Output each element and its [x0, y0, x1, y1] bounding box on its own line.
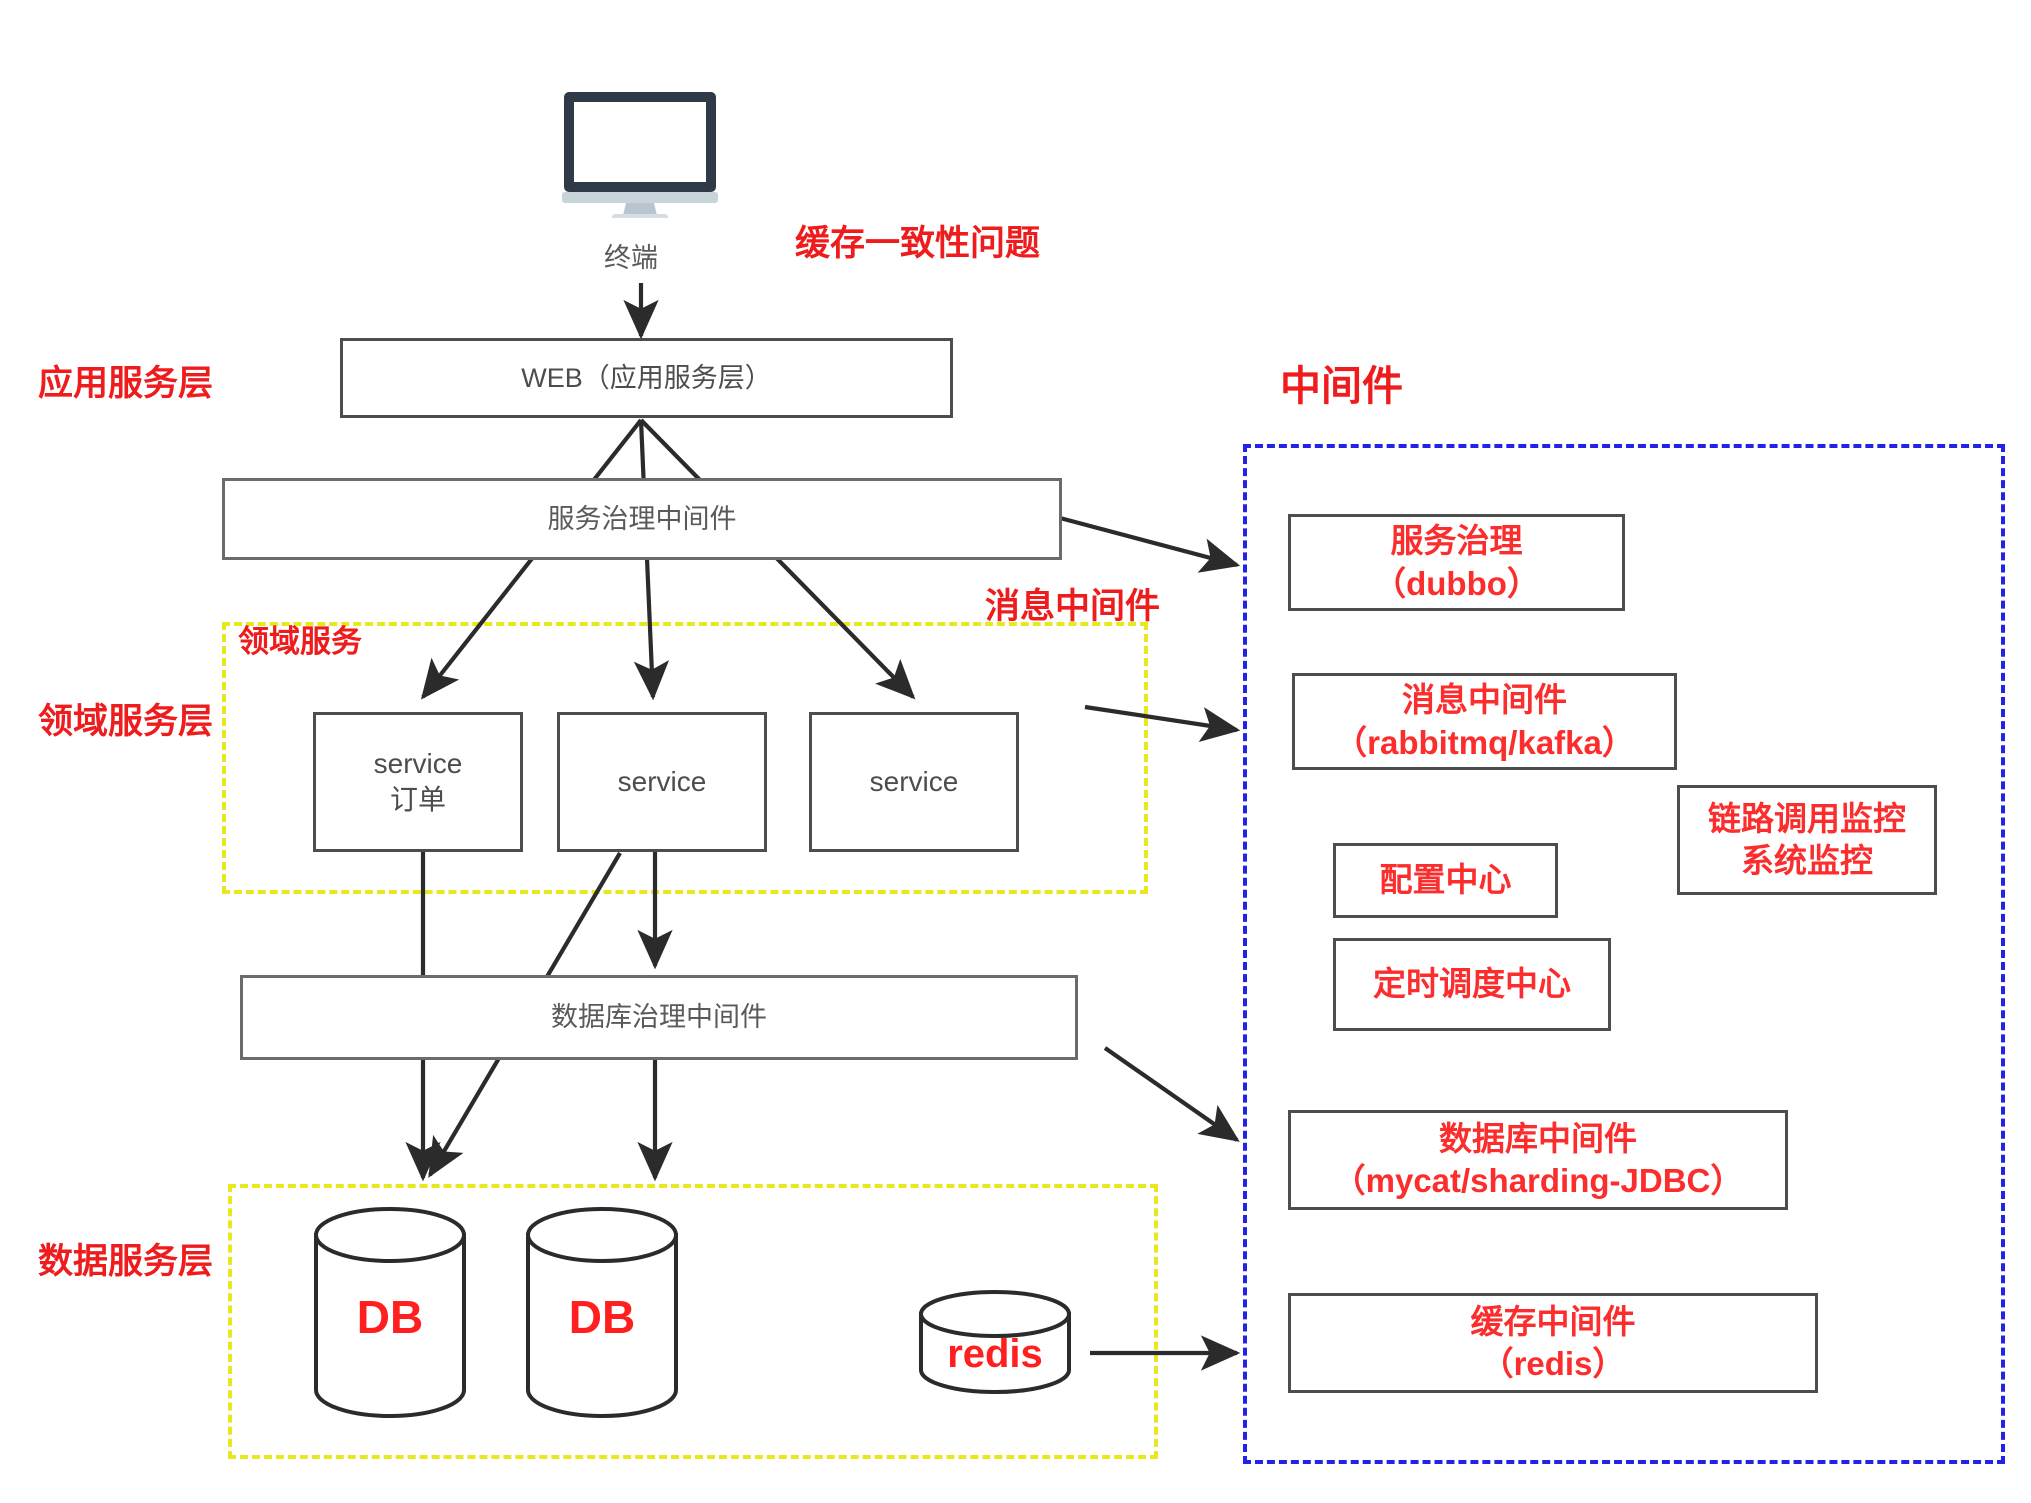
terminal-label: 终端 [604, 243, 658, 273]
service-box-order-line2: 订单 [389, 784, 446, 815]
layer-label-app-service: 应用服务层 [38, 364, 214, 403]
architecture-diagram: 终端 缓存一致性问题 消息中间件 中间件 领域服务 应用服务层 领域服务层 数据… [0, 0, 2031, 1503]
db-cylinder-2-label: DB [568, 1291, 636, 1343]
middleware-box-message-middleware[interactable]: 消息中间件 （rabbitmq/kafka） [1292, 673, 1677, 770]
database-governance-middleware-bar[interactable]: 数据库治理中间件 [240, 975, 1078, 1060]
middleware-box-config-center-line1: 配置中心 [1379, 861, 1512, 899]
middleware-box-service-governance[interactable]: 服务治理 （dubbo） [1288, 514, 1625, 611]
middleware-box-cache-middleware-line2: （redis） [1480, 1345, 1626, 1382]
middleware-box-message-middleware-line2: （rabbitmq/kafka） [1334, 723, 1635, 761]
db-cylinder-1-label: DB [356, 1291, 424, 1343]
middleware-box-service-governance-line2: （dubbo） [1373, 564, 1540, 602]
middleware-box-database-middleware-line1: 数据库中间件 [1439, 1119, 1637, 1157]
middleware-box-config-center[interactable]: 配置中心 [1333, 843, 1558, 918]
middleware-box-service-governance-line1: 服务治理 [1390, 522, 1523, 560]
middleware-box-schedule-center[interactable]: 定时调度中心 [1333, 938, 1611, 1031]
redis-cylinder-label: redis [947, 1332, 1043, 1376]
middleware-box-schedule-center-line1: 定时调度中心 [1373, 965, 1571, 1003]
service-box-3-line1: service [869, 766, 959, 798]
cache-consistency-annotation: 缓存一致性问题 [795, 224, 1041, 263]
layer-label-domain-service: 领域服务层 [38, 702, 214, 741]
service-box-order-line1: service [373, 748, 463, 780]
web-application-service-box[interactable]: WEB（应用服务层） [340, 338, 953, 418]
domain-service-group-label: 领域服务 [238, 624, 362, 659]
layer-label-data-service: 数据服务层 [38, 1242, 214, 1281]
message-middleware-annotation: 消息中间件 [985, 587, 1161, 626]
service-box-2-line1: service [617, 766, 707, 798]
middleware-box-trace-monitor-line1: 链路调用监控 [1708, 799, 1906, 837]
middleware-box-database-middleware-line2: （mycat/sharding-JDBC） [1332, 1162, 1744, 1199]
middleware-box-cache-middleware-line1: 缓存中间件 [1470, 1302, 1636, 1340]
middleware-box-database-middleware[interactable]: 数据库中间件 （mycat/sharding-JDBC） [1288, 1110, 1788, 1210]
middleware-box-cache-middleware[interactable]: 缓存中间件 （redis） [1288, 1293, 1818, 1393]
middleware-box-trace-monitor[interactable]: 链路调用监控 系统监控 [1677, 785, 1937, 895]
service-box-order[interactable]: service 订单 [313, 712, 523, 852]
middleware-box-message-middleware-line1: 消息中间件 [1402, 681, 1567, 719]
service-box-2[interactable]: service [557, 712, 767, 852]
middleware-panel-title: 中间件 [1280, 363, 1403, 409]
monitor-icon [560, 88, 720, 228]
service-box-3[interactable]: service [809, 712, 1019, 852]
service-governance-middleware-bar[interactable]: 服务治理中间件 [222, 478, 1062, 560]
middleware-box-trace-monitor-line2: 系统监控 [1741, 842, 1873, 879]
